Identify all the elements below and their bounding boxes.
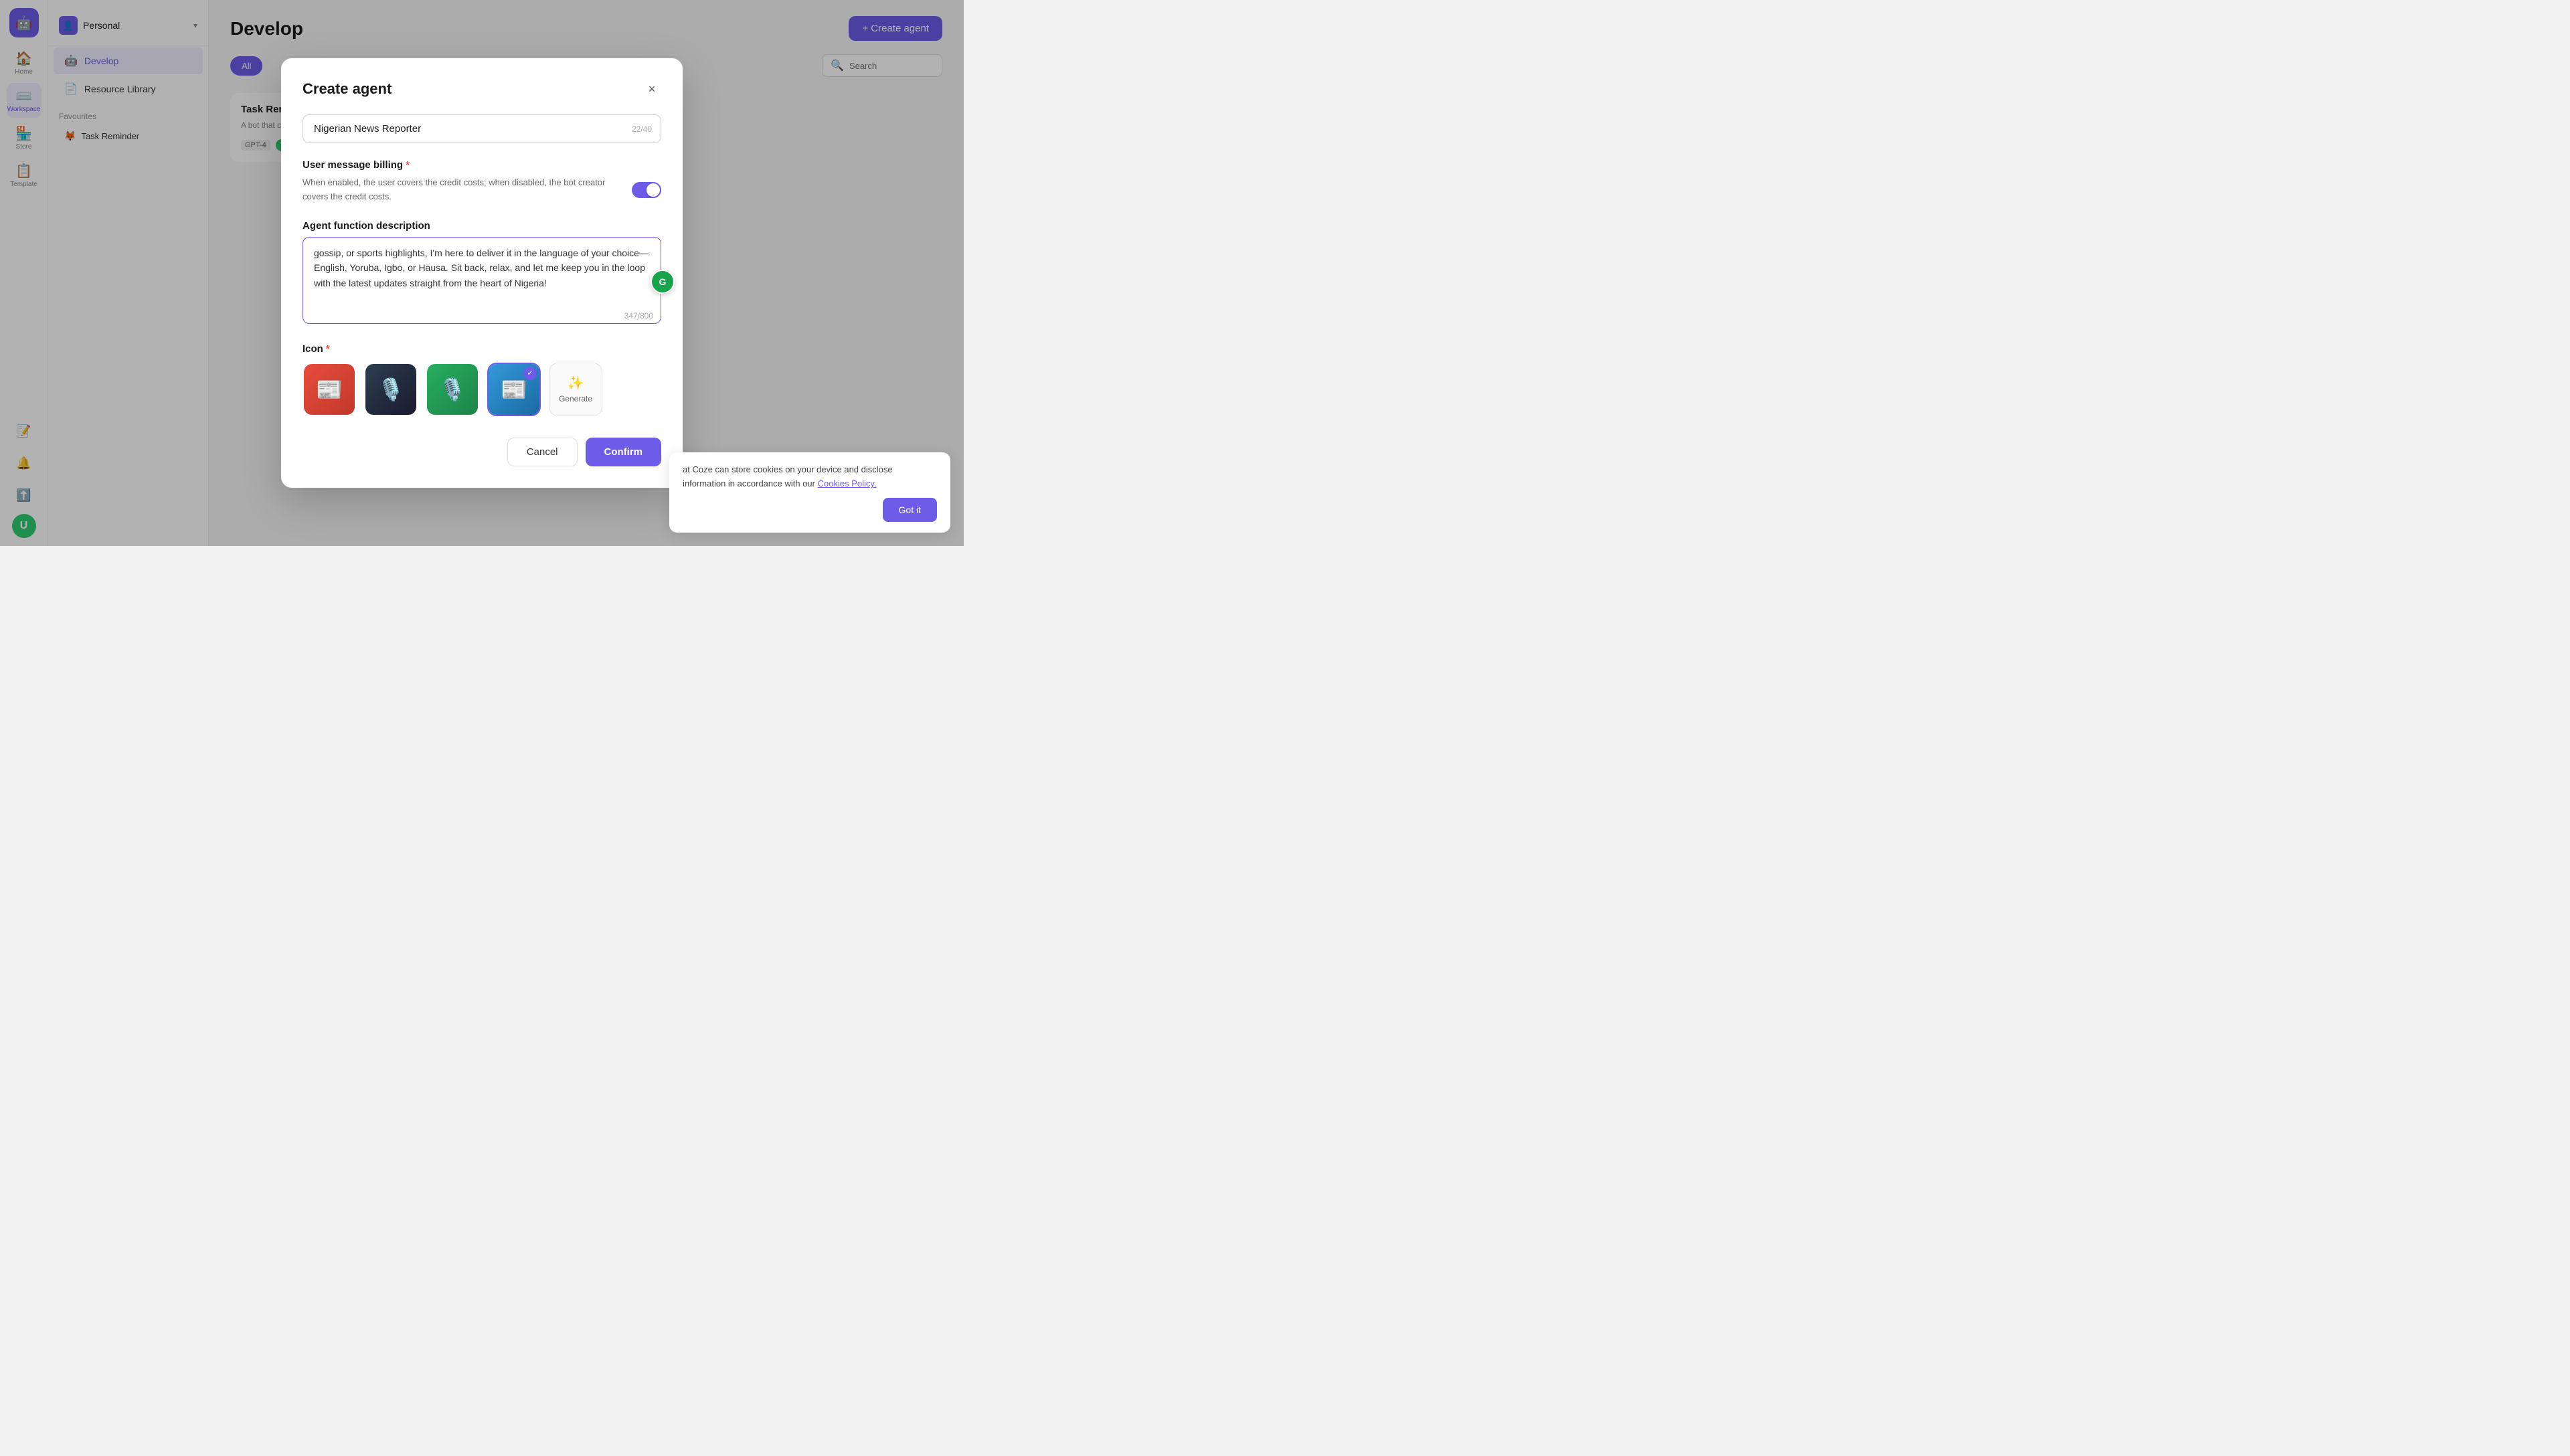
cookie-actions: Got it [683, 498, 937, 522]
icon-selected-checkmark: ✓ [523, 367, 537, 380]
icon-mic1-visual: 🎙️ [365, 364, 416, 415]
generate-ai-icon: ✨ [568, 375, 584, 391]
create-agent-modal: Create agent × 22/40 User message billin… [281, 58, 683, 488]
icon-required-star: * [326, 343, 330, 355]
icon-option-3[interactable]: 🎙️ [426, 363, 479, 416]
icon-mic2-visual: 🎙️ [427, 364, 478, 415]
icon-grid: 📰 🎙️ 🎙️ 📰 ✓ ✨ Generate [303, 363, 661, 416]
cookie-text: at Coze can store cookies on your device… [683, 463, 937, 491]
icon-option-1[interactable]: 📰 [303, 363, 356, 416]
billing-section: User message billing * When enabled, the… [303, 159, 661, 204]
toggle-knob [647, 183, 660, 197]
cancel-button[interactable]: Cancel [507, 438, 578, 466]
function-description-textarea[interactable]: gossip, or sports highlights, I'm here t… [303, 237, 661, 324]
billing-description: When enabled, the user covers the credit… [303, 176, 621, 204]
function-description-wrapper: gossip, or sports highlights, I'm here t… [303, 237, 661, 327]
function-description-section: Agent function description gossip, or sp… [303, 220, 661, 327]
name-counter: 22/40 [632, 124, 652, 134]
modal-actions: Cancel Confirm [303, 438, 661, 466]
modal-close-button[interactable]: × [642, 80, 661, 98]
icon-generate-button[interactable]: ✨ Generate [549, 363, 602, 416]
grammarly-button[interactable]: G [651, 270, 675, 294]
billing-toggle[interactable] [632, 182, 661, 198]
billing-row: When enabled, the user covers the credit… [303, 176, 661, 204]
agent-name-field-wrapper: 22/40 [303, 114, 661, 143]
billing-label: User message billing * [303, 159, 661, 171]
modal-header: Create agent × [303, 80, 661, 98]
modal-title: Create agent [303, 80, 392, 98]
cookie-banner: at Coze can store cookies on your device… [669, 452, 950, 533]
icon-option-2[interactable]: 🎙️ [364, 363, 418, 416]
agent-name-input[interactable] [303, 114, 661, 143]
icon-news1-visual: 📰 [304, 364, 355, 415]
description-counter: 347/800 [624, 311, 653, 321]
function-description-label: Agent function description [303, 220, 661, 232]
icon-section: Icon * 📰 🎙️ 🎙️ 📰 ✓ ✨ Ge [303, 343, 661, 416]
cookies-policy-link[interactable]: Cookies Policy. [818, 478, 877, 488]
icon-option-4[interactable]: 📰 ✓ [487, 363, 541, 416]
icon-section-label: Icon * [303, 343, 661, 355]
billing-required-star: * [406, 159, 410, 171]
got-it-button[interactable]: Got it [883, 498, 937, 522]
confirm-button[interactable]: Confirm [586, 438, 662, 466]
